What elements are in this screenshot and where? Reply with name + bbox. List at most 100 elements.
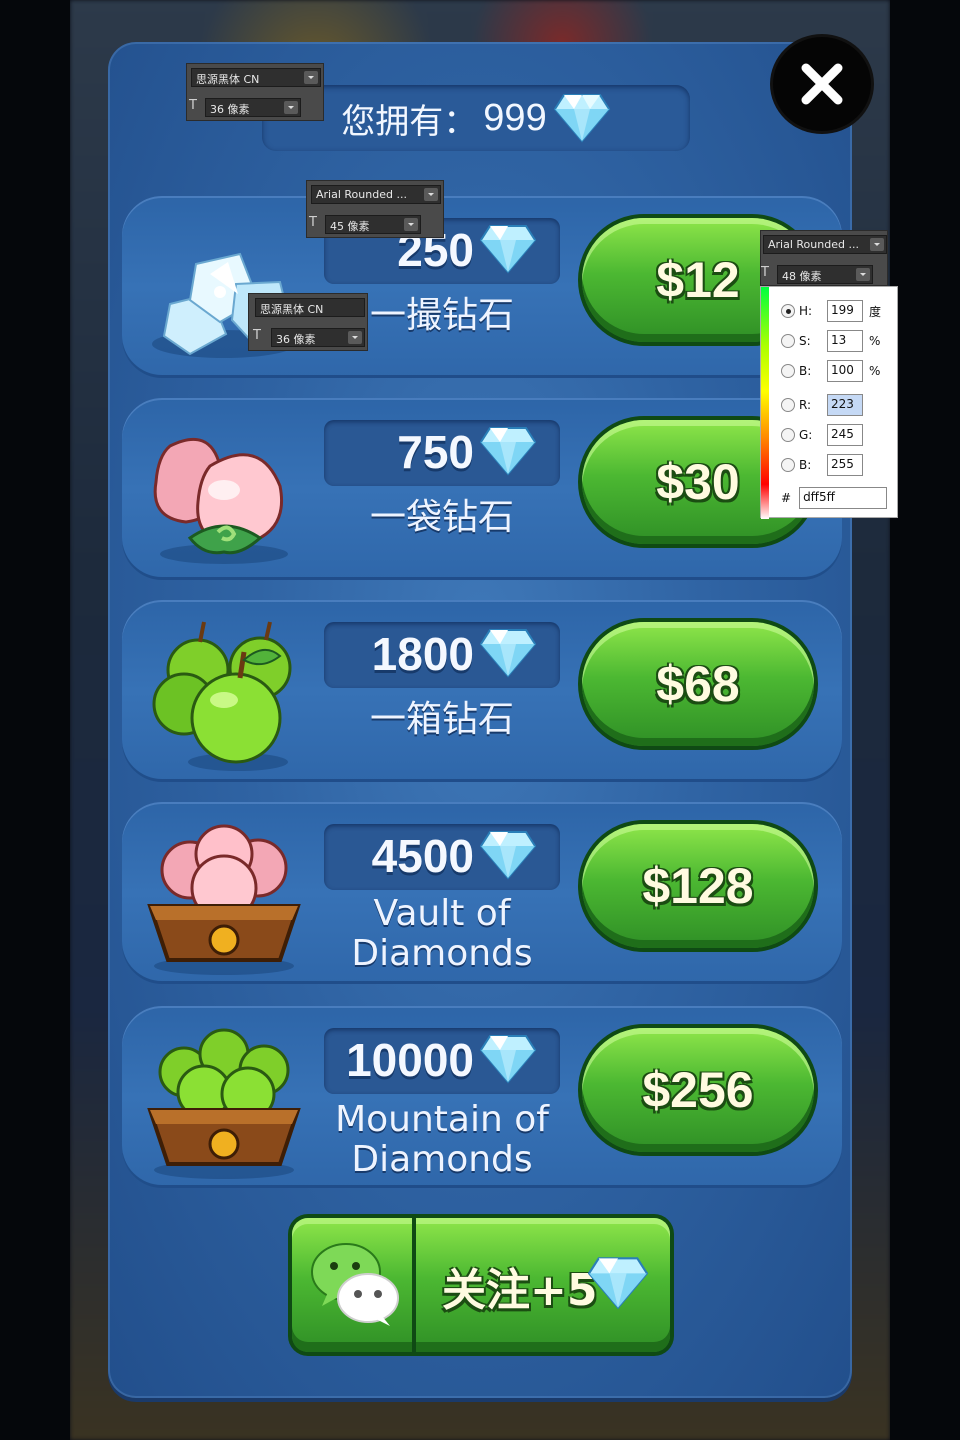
price-label: $68	[656, 656, 740, 712]
pack-row-750: 750 一袋钻石 $30	[122, 398, 842, 580]
font-size-select[interactable]: 48 像素	[777, 265, 873, 284]
pack-name-line1: Vault of	[373, 893, 511, 934]
blue-row: B: 255	[781, 453, 863, 477]
font-size-select[interactable]: 45 像素	[325, 215, 421, 234]
pack-amount: 750	[397, 426, 474, 478]
blue-input[interactable]: 255	[827, 454, 863, 476]
pack-row-250: 250 一撮钻石 $12	[122, 196, 842, 378]
pack-name: 一箱钻石	[369, 699, 514, 740]
font-size-value: 45 像素	[330, 220, 370, 233]
font-family-value: 思源黑体 CN	[196, 73, 260, 86]
peach-icon	[153, 437, 288, 564]
font-family-select[interactable]: Arial Rounded ...	[311, 185, 441, 204]
saturation-input[interactable]: 13	[827, 330, 863, 352]
red-label: R:	[799, 398, 812, 412]
follow-wechat-button[interactable]: 关注+5	[288, 1214, 674, 1356]
hex-row: # dff5ff	[781, 487, 888, 509]
red-row: R: 223	[781, 393, 863, 417]
diamond-icon	[480, 629, 536, 678]
balance-box: 您拥有： 999	[262, 85, 690, 151]
color-picker-panel: H: 199 度 S: 13 % B: 100 % R: 223 G: 245 …	[760, 286, 898, 519]
text-size-icon: T	[761, 265, 769, 280]
pack-row-4500: 4500 Vault of Diamonds $128	[122, 802, 842, 984]
green-radio[interactable]	[781, 428, 795, 442]
saturation-radio[interactable]	[781, 334, 795, 348]
left-letterbox	[0, 0, 70, 1440]
saturation-label: S:	[799, 334, 811, 348]
balance-label: 您拥有：	[341, 101, 478, 142]
blue-radio[interactable]	[781, 458, 795, 472]
saturation-unit: %	[869, 334, 881, 348]
saturation-row: S: 13 %	[781, 329, 880, 353]
font-size-select[interactable]: 36 像素	[205, 98, 301, 117]
brightness-input[interactable]: 100	[827, 360, 863, 382]
pack-name: Mountain of Diamonds	[324, 1100, 560, 1180]
diamond-icon	[480, 1035, 536, 1084]
brightness-row: B: 100 %	[781, 359, 880, 383]
font-size-select[interactable]: 36 像素	[271, 328, 365, 347]
green-row: G: 245	[781, 423, 863, 447]
hue-label: H:	[799, 304, 813, 318]
green-label: G:	[799, 428, 813, 442]
hue-input[interactable]: 199	[827, 300, 863, 322]
blue-label: B:	[799, 458, 812, 472]
hex-input[interactable]: dff5ff	[799, 487, 888, 509]
diamond-icon	[480, 225, 536, 274]
peach-basket-icon	[147, 824, 301, 975]
font-size-value: 36 像素	[276, 333, 316, 346]
apple-basket-icon	[147, 1028, 301, 1179]
diamond-icon	[480, 831, 536, 880]
pack-amount-box: 1800	[324, 622, 560, 688]
font-family-value: 思源黑体 CN	[260, 303, 324, 316]
pack-name-line2: Diamonds	[351, 1139, 533, 1180]
pack-row-1800: 1800 一箱钻石 $68	[122, 600, 842, 782]
pack-amount: 4500	[371, 830, 474, 882]
hue-slider[interactable]	[761, 287, 769, 519]
pack-amount: 1800	[371, 628, 474, 680]
font-family-value: Arial Rounded ...	[768, 238, 859, 251]
price-label: $256	[642, 1062, 754, 1118]
font-family-value: Arial Rounded ...	[316, 188, 407, 201]
font-annotation-balance: 思源黑体 CN T 36 像素	[186, 63, 324, 121]
buy-button-68[interactable]: $68	[578, 618, 818, 750]
follow-label: 关注+5	[442, 1265, 598, 1316]
font-annotation-amount: Arial Rounded ... T 45 像素	[306, 180, 444, 238]
font-family-select[interactable]: 思源黑体 CN	[191, 68, 321, 87]
text-size-icon: T	[253, 328, 261, 343]
hue-row: H: 199 度	[781, 299, 881, 323]
hue-unit: 度	[869, 304, 882, 319]
font-family-select[interactable]: Arial Rounded ...	[763, 235, 887, 254]
price-label: $12	[656, 252, 740, 308]
pack-amount-box: 750	[324, 420, 560, 486]
pack-amount-box: 4500	[324, 824, 560, 890]
red-input[interactable]: 223	[827, 394, 863, 416]
pack-name-line2: Diamonds	[351, 933, 533, 974]
button-divider	[412, 1218, 416, 1352]
red-radio[interactable]	[781, 398, 795, 412]
buy-button-256[interactable]: $256	[578, 1024, 818, 1156]
brightness-unit: %	[869, 364, 881, 378]
price-label: $128	[642, 858, 754, 914]
green-input[interactable]: 245	[827, 424, 863, 446]
pack-name: 一袋钻石	[369, 497, 514, 538]
hue-radio[interactable]	[781, 304, 795, 318]
close-icon	[801, 63, 843, 105]
right-letterbox	[890, 0, 960, 1440]
font-annotation-price: Arial Rounded ... T 48 像素	[760, 230, 888, 286]
pack-amount: 10000	[346, 1034, 474, 1086]
font-family-select[interactable]: 思源黑体 CN	[255, 298, 365, 317]
text-size-icon: T	[189, 98, 197, 113]
diamond-icon	[480, 427, 536, 476]
brightness-radio[interactable]	[781, 364, 795, 378]
buy-button-128[interactable]: $128	[578, 820, 818, 952]
green-apples-icon	[152, 621, 292, 771]
brightness-label: B:	[799, 364, 812, 378]
text-size-icon: T	[309, 215, 317, 230]
font-size-value: 36 像素	[210, 103, 250, 116]
diamond-icon	[553, 94, 610, 143]
close-button[interactable]	[773, 37, 871, 131]
balance-value: 999	[483, 96, 547, 139]
pack-name: Vault of Diamonds	[324, 894, 560, 974]
pack-row-10000: 10000 Mountain of Diamonds $256	[122, 1006, 842, 1188]
pack-name-line1: Mountain of	[335, 1099, 549, 1140]
